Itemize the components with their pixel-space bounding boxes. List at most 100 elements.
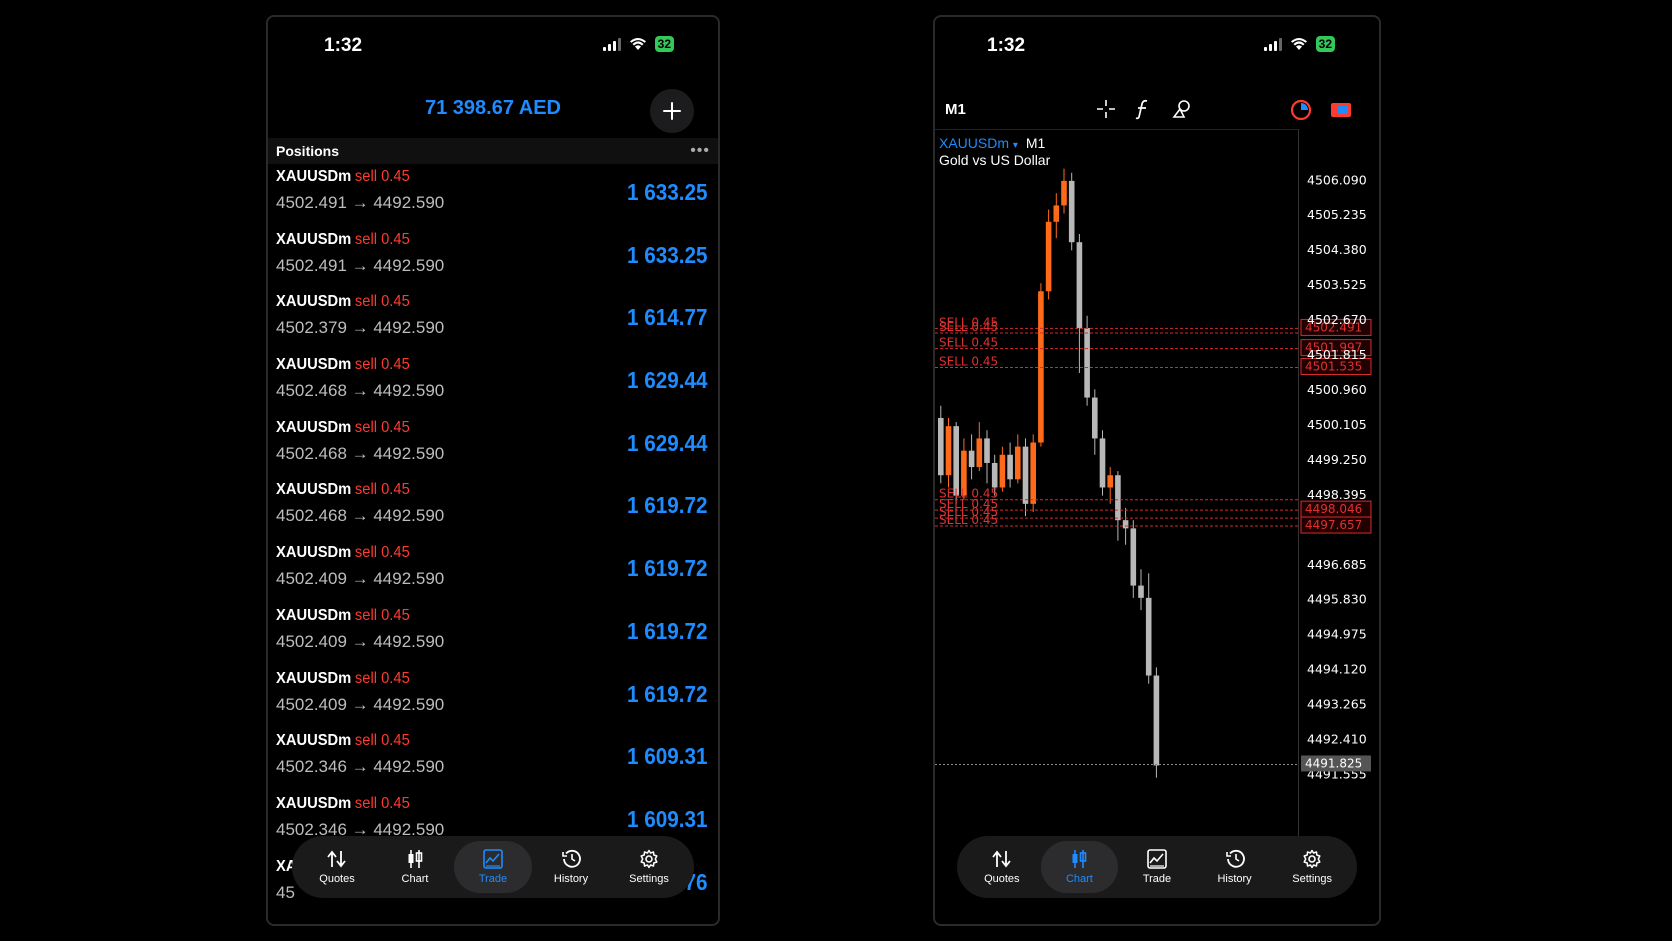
chart-symbol[interactable]: XAUUSDm ▾ M1 — [939, 135, 1045, 151]
crosshair-icon[interactable] — [1095, 98, 1117, 125]
tab-settings[interactable]: Settings — [610, 841, 688, 893]
order-line-label: SELL 0.45 — [939, 513, 998, 527]
position-row[interactable]: XAUUSDm sell 0.45 4502.468 → 4492.590 1 629… — [268, 353, 718, 416]
position-row[interactable]: XAUUSDm sell 0.45 4502.379 → 4492.590 1 614… — [268, 290, 718, 353]
tab-trade[interactable]: Trade — [1118, 841, 1196, 893]
position-profit: 1 633.25 — [627, 179, 708, 205]
tab-label: Chart — [401, 873, 429, 885]
position-title: XAUUSDmsell 0.45 — [276, 670, 410, 688]
position-row[interactable]: XAUUSDm sell 0.45 4502.409 → 4492.590 1 619… — [268, 604, 718, 667]
order-line-label: SELL 0.45 — [939, 355, 998, 369]
position-row[interactable]: XAUUSDm sell 0.45 4502.409 → 4492.590 1 619… — [268, 541, 718, 604]
position-prices: 4502.468 → 4492.590 — [276, 381, 445, 401]
status-icons: 32 — [602, 36, 674, 52]
quotes-arrows-icon — [326, 849, 348, 869]
chart-symbol-name: XAUUSDm — [939, 135, 1010, 151]
position-profit: 1 619.72 — [627, 492, 708, 519]
candle-body — [1053, 205, 1060, 222]
candle-body — [991, 462, 998, 488]
wifi-icon — [1290, 37, 1308, 51]
candle-body — [968, 450, 975, 468]
status-bar: 1:32 32 — [935, 17, 1379, 73]
more-dots-icon[interactable]: ••• — [690, 143, 710, 159]
trade-chart-icon — [1146, 849, 1168, 869]
position-symbol: XAUUSDm — [276, 732, 352, 750]
position-side: sell 0.45 — [354, 168, 410, 185]
position-prices: 4502.468 → 4492.590 — [276, 506, 445, 526]
tab-history[interactable]: History — [1196, 841, 1274, 893]
tab-trade[interactable]: Trade — [454, 841, 532, 893]
position-profit: 1 629.44 — [627, 429, 708, 456]
candlestick-icon — [404, 849, 426, 869]
timer-icon[interactable] — [1289, 98, 1313, 127]
position-row[interactable]: XAUUSDm sell 0.45 4502.409 → 4492.590 1 619… — [268, 667, 718, 730]
tab-label: Settings — [629, 873, 669, 885]
indicator-f-icon[interactable] — [1133, 98, 1153, 125]
price-chart[interactable]: SELL 0.45SELL 0.45SELL 0.45SELL 0.45SELL… — [935, 130, 1299, 858]
candle-body — [976, 438, 983, 468]
chart-symbol-timeframe: M1 — [1025, 135, 1046, 151]
price-tick-label: 4498.395 — [1307, 487, 1367, 502]
status-icons: 32 — [1263, 36, 1335, 52]
position-symbol: XAUUSDm — [276, 418, 352, 436]
position-prices: 45 — [276, 882, 295, 902]
position-profit: 1 609.31 — [627, 743, 708, 770]
position-title: XAUUSDmsell 0.45 — [276, 231, 410, 249]
tab-quotes[interactable]: Quotes — [298, 841, 376, 893]
position-title: XAUUSDmsell 0.45 — [276, 795, 410, 813]
chart-area[interactable]: SELL 0.45 SELL 0.45 SELL 0.45 SELL 0.45 SELL… — [935, 129, 1299, 857]
position-row[interactable]: XAUUSDm sell 0.45 4502.491 → 4492.590 1 633… — [268, 228, 718, 291]
position-side: sell 0.45 — [354, 418, 410, 436]
signal-icon — [602, 37, 621, 51]
symbol-dropdown-icon: ▾ — [1012, 140, 1018, 151]
timeframe-button[interactable]: M1 — [945, 101, 966, 118]
position-profit: 1 619.72 — [627, 555, 708, 582]
candle-body — [1107, 475, 1113, 488]
add-order-button[interactable] — [650, 89, 694, 133]
price-tick-label: 4504.380 — [1307, 242, 1367, 257]
position-prices: 4502.409 → 4492.590 — [276, 694, 445, 714]
tab-label: Chart — [1065, 873, 1093, 885]
position-row[interactable]: XAUUSDm sell 0.45 4502.491 → 4492.590 1 633… — [268, 165, 718, 228]
tab-history[interactable]: History — [532, 841, 610, 893]
position-symbol: XAUUSDm — [276, 606, 352, 624]
candle-body — [953, 426, 959, 496]
price-tick-label: 4492.410 — [1307, 732, 1367, 747]
tab-label: Trade — [1142, 873, 1172, 885]
candle-body — [1092, 397, 1098, 439]
position-profit: 1 614.77 — [627, 304, 708, 331]
position-row[interactable]: XAUUSDm sell 0.45 4502.468 → 4492.590 1 629… — [268, 416, 718, 479]
tab-chart[interactable]: Chart — [376, 841, 454, 893]
candle-body — [1007, 454, 1013, 480]
tab-quotes[interactable]: Quotes — [963, 841, 1041, 893]
position-row[interactable]: XAUUSDm sell 0.45 4502.468 → 4492.590 1 619… — [268, 478, 718, 541]
position-title: XAUUSDmsell 0.45 — [276, 293, 410, 311]
candle-body — [1138, 585, 1144, 598]
battery-icon: 32 — [1315, 36, 1335, 52]
positions-header: Positions ••• — [268, 138, 718, 164]
candle-body — [1099, 438, 1106, 488]
position-profit: 1 609.31 — [627, 805, 708, 832]
status-bar: 1:32 32 — [268, 17, 718, 73]
position-side: sell 0.45 — [354, 544, 410, 562]
tab-settings[interactable]: Settings — [1273, 841, 1351, 893]
price-tick-label: 4500.960 — [1307, 382, 1367, 397]
status-time: 1:32 — [324, 35, 363, 56]
price-tick-label: 4493.265 — [1307, 697, 1367, 712]
history-clock-icon — [1224, 849, 1246, 869]
chart-toolbar: M1 — [935, 89, 1379, 129]
position-title: XAUUSDmsell 0.45 — [276, 607, 410, 625]
tab-bar: Quotes Chart Trade History Settings — [292, 836, 694, 898]
position-prices: 4502.491 → 4492.590 — [276, 255, 445, 275]
position-symbol: XAUUSDm — [276, 356, 352, 374]
position-row[interactable]: XAUUSDm sell 0.45 4502.346 → 4492.590 1 609… — [268, 729, 718, 792]
candle-body — [1045, 221, 1052, 292]
position-side: sell 0.45 — [354, 230, 410, 248]
tab-label: Quotes — [319, 873, 355, 885]
tab-label: Trade — [478, 873, 508, 885]
tab-chart[interactable]: Chart — [1040, 841, 1119, 893]
position-symbol: XAUUSDm — [276, 230, 352, 248]
objects-icon[interactable] — [1171, 98, 1193, 125]
trade-toggle-icon[interactable] — [1329, 98, 1353, 127]
order-line-label: SELL 0.45 — [939, 336, 998, 350]
